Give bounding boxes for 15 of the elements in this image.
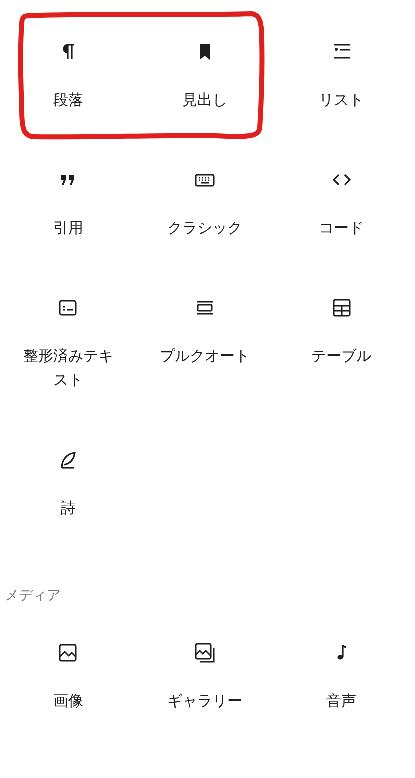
- block-button[interactable]: 段落: [53, 89, 84, 113]
- block-button[interactable]: テーブル: [312, 345, 372, 369]
- block-button[interactable]: 見出し: [182, 89, 228, 113]
- block-button[interactable]: 詩: [60, 497, 76, 521]
- block-button[interactable]: 音声: [326, 690, 357, 714]
- category-heading: メディア: [4, 586, 62, 605]
- block-button[interactable]: プルクオート: [160, 345, 250, 369]
- block-button[interactable]: 整形済みテキスト: [18, 345, 118, 393]
- block-button[interactable]: 引用: [53, 217, 84, 241]
- block-button[interactable]: コード: [319, 217, 364, 241]
- block-button[interactable]: クラシック: [167, 217, 242, 241]
- block-button[interactable]: ギャラリー: [167, 690, 242, 714]
- block-button[interactable]: リスト: [319, 89, 364, 113]
- block-button[interactable]: 画像: [53, 690, 84, 714]
- gallery-icon: [192, 641, 217, 665]
